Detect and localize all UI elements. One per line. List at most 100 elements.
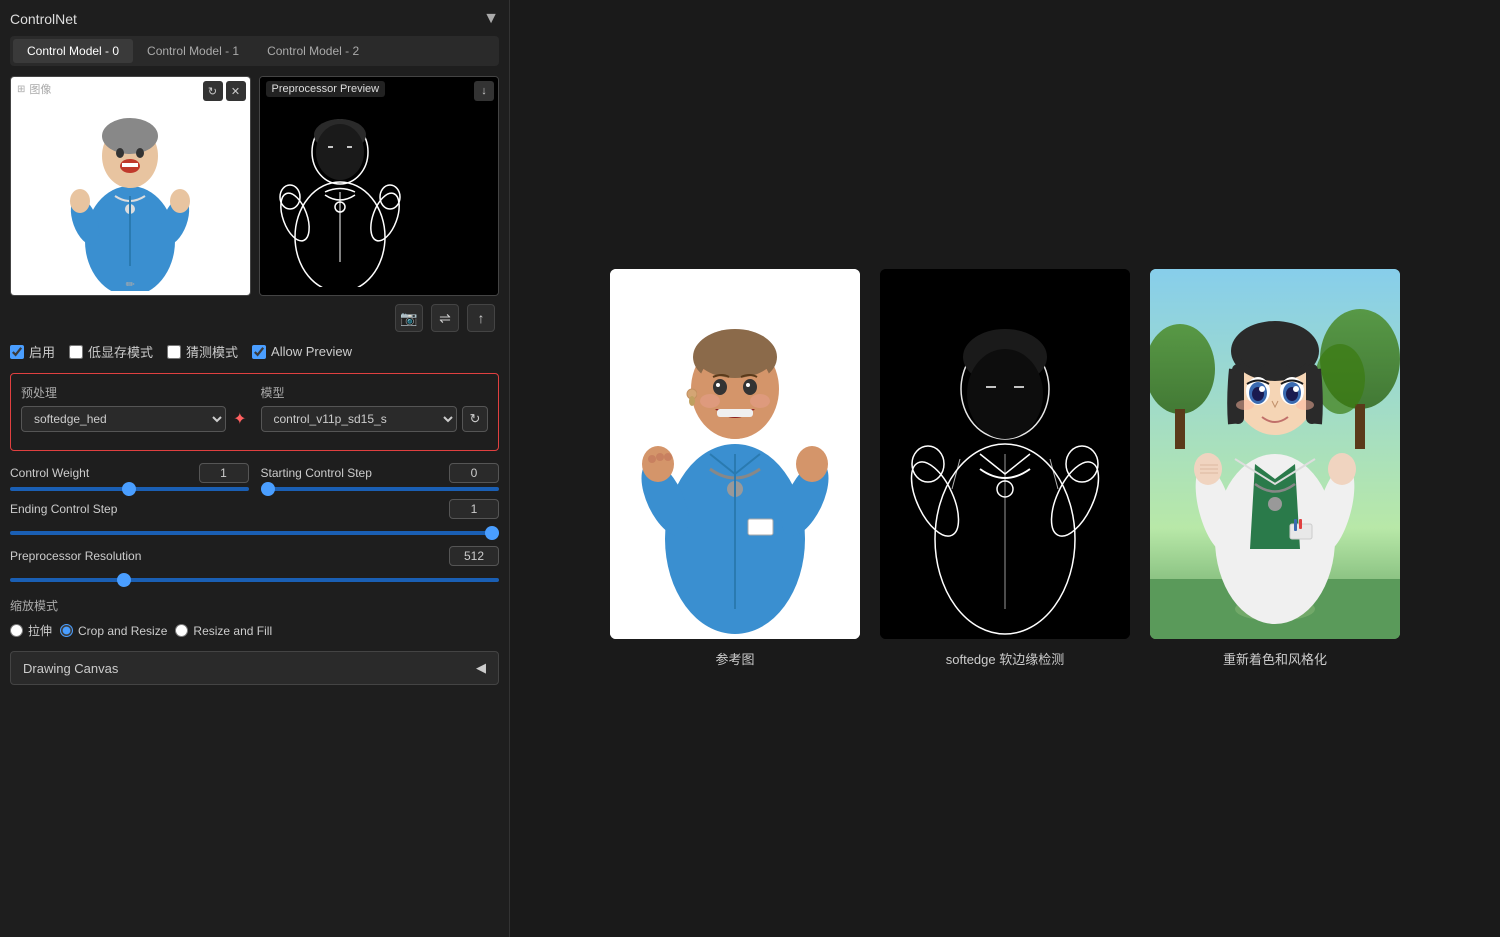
control-weight-slider[interactable] xyxy=(10,487,249,491)
scale-stretch-label: 拉伸 xyxy=(28,622,52,639)
control-weight-field: Control Weight 1 xyxy=(10,463,249,491)
low-vram-checkbox-input[interactable] xyxy=(69,345,83,359)
dual-slider-container: Control Weight 1 Starting Control Step 0 xyxy=(10,463,499,491)
preprocessor-label: 预处理 xyxy=(21,384,249,401)
refresh-source-button[interactable]: ↻ xyxy=(203,81,223,101)
softedge-svg xyxy=(880,269,1130,639)
preview-image-box[interactable]: Preprocessor Preview ↓ xyxy=(259,76,500,296)
image-icon: ⊞ xyxy=(17,84,25,95)
starting-step-label: Starting Control Step xyxy=(261,466,372,480)
scale-stretch-option[interactable]: 拉伸 xyxy=(10,622,52,639)
allow-preview-checkbox-input[interactable] xyxy=(252,345,266,359)
preprocessor-row: 预处理 softedge_hed softedge_hedsafe softed… xyxy=(21,384,488,432)
resolution-label: Preprocessor Resolution xyxy=(10,549,141,563)
drawing-canvas-arrow: ◀ xyxy=(476,660,486,676)
allow-preview-label: Allow Preview xyxy=(271,344,352,359)
tab-control-model-1[interactable]: Control Model - 1 xyxy=(133,39,253,63)
tab-bar: Control Model - 0 Control Model - 1 Cont… xyxy=(10,36,499,66)
allow-preview-checkbox[interactable]: Allow Preview xyxy=(252,344,352,359)
sketch-svg xyxy=(260,77,420,287)
tab-control-model-0[interactable]: Control Model - 0 xyxy=(13,39,133,63)
model-refresh-button[interactable]: ↻ xyxy=(462,406,488,432)
preview-sketch-content xyxy=(260,77,499,295)
tab-control-model-2[interactable]: Control Model - 2 xyxy=(253,39,373,63)
ending-step-label: Ending Control Step xyxy=(10,502,117,516)
output-image-box-softedge xyxy=(880,269,1130,639)
scale-fill-radio[interactable] xyxy=(175,624,188,637)
toolbar-row: 📷 ⇌ ↑ xyxy=(10,304,499,332)
softedge-img xyxy=(880,269,1130,639)
panel-header: ControlNet ▼ xyxy=(10,10,499,28)
source-image-content xyxy=(11,77,250,295)
model-select[interactable]: control_v11p_sd15_s xyxy=(261,406,458,432)
ending-step-value: 1 xyxy=(449,499,499,519)
scale-crop-option[interactable]: Crop and Resize xyxy=(60,622,167,639)
scale-mode-label: 缩放模式 xyxy=(10,597,499,614)
arrow-up-button[interactable]: ↑ xyxy=(467,304,495,332)
preprocessor-select-row: softedge_hed softedge_hedsafe softedge_p… xyxy=(21,406,249,432)
guess-mode-checkbox[interactable]: 猜测模式 xyxy=(167,342,238,361)
control-weight-label: Control Weight xyxy=(10,466,89,480)
output-caption-softedge: softedge 软边缘检测 xyxy=(946,649,1065,668)
model-label: 模型 xyxy=(261,384,489,401)
ending-step-row: Ending Control Step 1 xyxy=(10,499,499,519)
checkbox-row: 启用 低显存模式 猜测模式 Allow Preview xyxy=(10,342,499,361)
preprocessor-select[interactable]: softedge_hed softedge_hedsafe softedge_p… xyxy=(21,406,226,432)
control-weight-header: Control Weight 1 xyxy=(10,463,249,483)
drawing-canvas-bar[interactable]: Drawing Canvas ◀ xyxy=(10,651,499,685)
enable-checkbox[interactable]: 启用 xyxy=(10,342,55,361)
output-image-box-ref xyxy=(610,269,860,639)
nurse-photo-svg xyxy=(50,81,210,291)
starting-step-header: Starting Control Step 0 xyxy=(261,463,500,483)
drawing-canvas-label: Drawing Canvas xyxy=(23,661,118,676)
image-row: ⊞ 图像 ↻ ✕ xyxy=(10,76,499,296)
output-image-anime: 重新着色和风格化 xyxy=(1150,269,1400,668)
guess-mode-label: 猜测模式 xyxy=(186,342,238,361)
low-vram-checkbox[interactable]: 低显存模式 xyxy=(69,342,153,361)
starting-step-value: 0 xyxy=(449,463,499,483)
right-panel: 参考图 xyxy=(510,0,1500,937)
scale-stretch-radio[interactable] xyxy=(10,624,23,637)
source-image-pencil: ✏ xyxy=(126,276,135,291)
source-image-controls: ↻ ✕ xyxy=(203,81,246,101)
scale-mode-radio-row: 拉伸 Crop and Resize Resize and Fill xyxy=(10,622,499,639)
guess-mode-checkbox-input[interactable] xyxy=(167,345,181,359)
model-select-row: control_v11p_sd15_s ↻ xyxy=(261,406,489,432)
scale-fill-option[interactable]: Resize and Fill xyxy=(175,622,272,639)
output-image-ref: 参考图 xyxy=(610,269,860,668)
scale-crop-label: Crop and Resize xyxy=(78,624,167,638)
enable-label: 启用 xyxy=(29,342,55,361)
left-panel: ControlNet ▼ Control Model - 0 Control M… xyxy=(0,0,510,937)
ending-step-slider[interactable] xyxy=(10,531,499,535)
output-caption-anime: 重新着色和风格化 xyxy=(1223,649,1327,668)
preview-image-controls: ↓ xyxy=(474,81,494,101)
enable-checkbox-input[interactable] xyxy=(10,345,24,359)
source-image-box[interactable]: ⊞ 图像 ↻ ✕ xyxy=(10,76,251,296)
control-weight-value: 1 xyxy=(199,463,249,483)
source-image-label: ⊞ 图像 xyxy=(17,81,51,97)
scale-crop-radio[interactable] xyxy=(60,624,73,637)
starting-step-slider[interactable] xyxy=(261,487,500,491)
output-caption-ref: 参考图 xyxy=(715,649,754,668)
preprocessor-model-section: 预处理 softedge_hed softedge_hedsafe softed… xyxy=(10,373,499,451)
panel-title: ControlNet xyxy=(10,11,77,27)
preview-image-label: Preprocessor Preview xyxy=(266,81,386,97)
output-image-softedge: softedge 软边缘检测 xyxy=(880,269,1130,668)
ref-nurse-svg xyxy=(610,269,860,639)
download-preview-button[interactable]: ↓ xyxy=(474,81,494,101)
output-images: 参考图 xyxy=(610,269,1400,668)
resolution-slider[interactable] xyxy=(10,578,499,582)
model-field: 模型 control_v11p_sd15_s ↻ xyxy=(261,384,489,432)
resolution-row: Preprocessor Resolution 512 xyxy=(10,546,499,566)
panel-arrow[interactable]: ▼ xyxy=(483,10,499,28)
resolution-value: 512 xyxy=(449,546,499,566)
camera-button[interactable]: 📷 xyxy=(395,304,423,332)
scale-fill-label: Resize and Fill xyxy=(193,624,272,638)
preprocessor-fire-button[interactable]: ✦ xyxy=(231,409,248,429)
scale-mode-section: 缩放模式 拉伸 Crop and Resize Resize and Fill xyxy=(10,597,499,639)
low-vram-label: 低显存模式 xyxy=(88,342,153,361)
close-source-button[interactable]: ✕ xyxy=(226,81,246,101)
swap-button[interactable]: ⇌ xyxy=(431,304,459,332)
ref-photo xyxy=(610,269,860,639)
anime-img xyxy=(1150,269,1400,639)
